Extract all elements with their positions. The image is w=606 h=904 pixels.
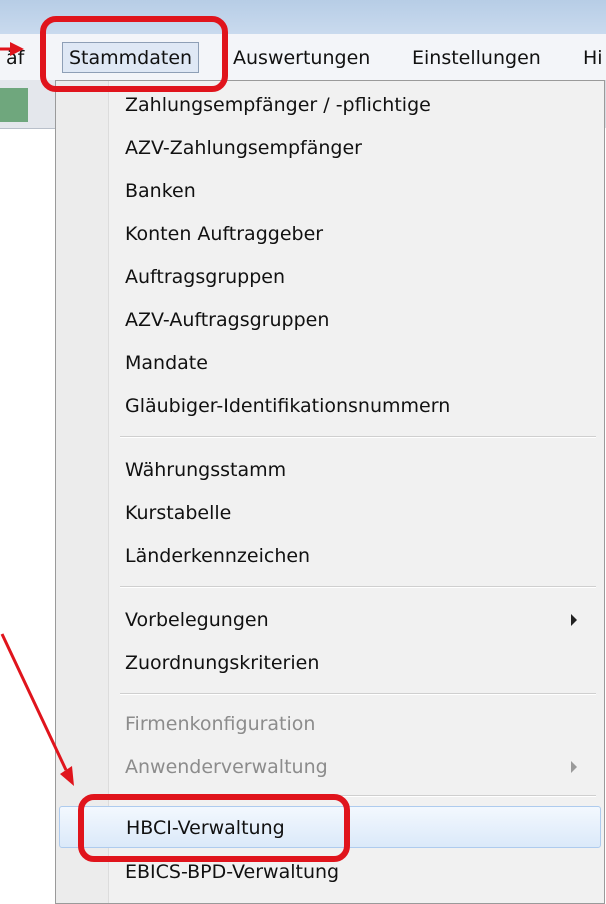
menu-item-firmenkonfiguration: Firmenkonfiguration [59,703,601,745]
menu-auswertungen[interactable]: Auswertungen [233,43,370,73]
menu-item-label: Zahlungsempfänger / -pflichtige [125,94,431,116]
menu-einstellungen[interactable]: Einstellungen [412,43,541,73]
menu-item-azv-zahlungsempfaenger[interactable]: AZV-Zahlungsempfänger [59,127,601,169]
menu-item-azv-auftragsgruppen[interactable]: AZV-Auftragsgruppen [59,299,601,341]
menu-item-label: Anwenderverwaltung [125,756,328,778]
menu-item-zahlungsempfaenger[interactable]: Zahlungsempfänger / -pflichtige [59,84,601,126]
menu-separator [120,795,596,797]
menu-item-label: AZV-Auftragsgruppen [125,309,330,331]
menu-item-label: Firmenkonfiguration [125,713,316,735]
menu-item-label: Länderkennzeichen [125,545,311,567]
submenu-arrow-icon [571,614,577,626]
stammdaten-dropdown-menu: Zahlungsempfänger / -pflichtige AZV-Zahl… [55,80,605,904]
menu-item-mandate[interactable]: Mandate [59,342,601,384]
menu-stammdaten[interactable]: Stammdaten [62,42,200,73]
menu-item-banken[interactable]: Banken [59,170,601,212]
menu-bar: äf Stammdaten Auswertungen Einstellungen… [0,34,606,81]
menu-item-konten-auftraggeber[interactable]: Konten Auftraggeber [59,213,601,255]
menu-item-label: Konten Auftraggeber [125,223,324,245]
menu-item-label: Gläubiger-Identifikationsnummern [125,395,451,417]
menu-separator [120,586,596,588]
menu-item-partial-left[interactable]: äf [6,43,24,73]
menu-item-label: Währungsstamm [125,459,287,481]
menu-item-label: HBCI-Verwaltung [126,817,285,839]
menu-item-partial-right[interactable]: Hi [583,43,603,73]
menu-item-label: Vorbelegungen [125,609,269,631]
menu-item-label: Kurstabelle [125,502,232,524]
menu-item-label: AZV-Zahlungsempfänger [125,137,362,159]
menu-item-kurstabelle[interactable]: Kurstabelle [59,492,601,534]
menu-item-vorbelegungen[interactable]: Vorbelegungen [59,599,601,641]
menu-item-label: EBICS-BPD-Verwaltung [125,861,340,883]
window-title-bar [0,0,606,34]
menu-item-label: Mandate [125,352,208,374]
menu-item-label: Zuordnungskriterien [125,652,320,674]
menu-item-label: Banken [125,180,196,202]
menu-separator [120,436,596,438]
menu-item-glaeubiger-id[interactable]: Gläubiger-Identifikationsnummern [59,385,601,427]
menu-separator [120,693,596,695]
menu-item-zuordnungskriterien[interactable]: Zuordnungskriterien [59,642,601,684]
menu-item-laenderkennzeichen[interactable]: Länderkennzeichen [59,535,601,577]
menu-item-auftragsgruppen[interactable]: Auftragsgruppen [59,256,601,298]
submenu-arrow-icon [571,761,577,773]
menu-item-ebics-bpd-verwaltung[interactable]: EBICS-BPD-Verwaltung [59,851,601,893]
menu-item-waehrungsstamm[interactable]: Währungsstamm [59,449,601,491]
menu-item-anwenderverwaltung: Anwenderverwaltung [59,746,601,788]
toolbar-green-button[interactable] [0,88,28,122]
menu-item-hbci-verwaltung[interactable]: HBCI-Verwaltung [59,806,601,848]
menu-item-label: Auftragsgruppen [125,266,286,288]
